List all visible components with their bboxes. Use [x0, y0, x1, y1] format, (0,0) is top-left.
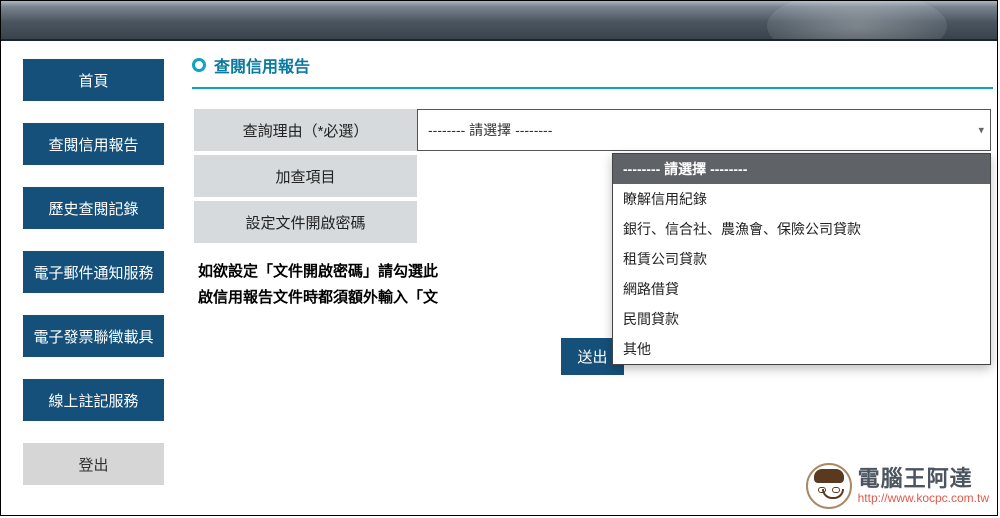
reason-option-bank-loan[interactable]: 銀行、信合社、農漁會、保險公司貸款 — [613, 214, 990, 244]
sidebar-item-view-report[interactable]: 查閱信用報告 — [23, 123, 164, 165]
watermark-name: 電腦王阿達 — [858, 467, 989, 491]
watermark-url: http://www.kocpc.com.tw — [858, 492, 989, 505]
reason-option-placeholder[interactable]: -------- 請選擇 -------- — [613, 154, 990, 184]
sidebar-item-history[interactable]: 歷史查閱記錄 — [23, 187, 164, 229]
mascot-icon — [806, 463, 852, 509]
reason-option-online-lending[interactable]: 網路借貸 — [613, 274, 990, 304]
label-reason: 查詢理由（*必選） — [194, 109, 417, 151]
watermark: 電腦王阿達 http://www.kocpc.com.tw — [806, 463, 989, 509]
reason-option-understand[interactable]: 瞭解信用紀錄 — [613, 184, 990, 214]
reason-option-lease-loan[interactable]: 租賃公司貸款 — [613, 244, 990, 274]
app-frame: 首頁 查閱信用報告 歷史查閱記錄 電子郵件通知服務 電子發票聯徵載具 線上註記服… — [0, 0, 998, 516]
body-row: 首頁 查閱信用報告 歷史查閱記錄 電子郵件通知服務 電子發票聯徵載具 線上註記服… — [1, 41, 997, 515]
bullet-icon — [192, 58, 206, 72]
section-title-text: 查閱信用報告 — [214, 53, 310, 77]
section-header: 查閱信用報告 — [192, 47, 993, 89]
sidebar-item-home[interactable]: 首頁 — [23, 59, 164, 101]
chevron-down-icon: ▾ — [978, 124, 984, 137]
sidebar-item-logout[interactable]: 登出 — [23, 443, 164, 485]
top-banner — [1, 1, 997, 41]
reason-option-private-loan[interactable]: 民間貸款 — [613, 304, 990, 334]
sidebar-item-online-note[interactable]: 線上註記服務 — [23, 379, 164, 421]
watermark-text: 電腦王阿達 http://www.kocpc.com.tw — [858, 467, 989, 504]
label-addon: 加查項目 — [194, 155, 417, 197]
sidebar-item-einvoice[interactable]: 電子發票聯徵載具 — [23, 315, 164, 357]
label-password: 設定文件開啟密碼 — [194, 201, 417, 243]
main-panel: 查閱信用報告 查詢理由（*必選） -------- 請選擇 -------- ▾… — [186, 41, 997, 515]
sidebar: 首頁 查閱信用報告 歷史查閱記錄 電子郵件通知服務 電子發票聯徵載具 線上註記服… — [1, 41, 186, 515]
reason-option-other[interactable]: 其他 — [613, 334, 990, 364]
select-reason[interactable]: -------- 請選擇 -------- ▾ — [417, 109, 991, 151]
row-reason: 查詢理由（*必選） -------- 請選擇 -------- ▾ — [194, 109, 991, 151]
select-reason-value: -------- 請選擇 -------- — [428, 122, 552, 138]
sidebar-item-email-notify[interactable]: 電子郵件通知服務 — [23, 251, 164, 293]
reason-dropdown[interactable]: -------- 請選擇 -------- 瞭解信用紀錄 銀行、信合社、農漁會、… — [612, 153, 991, 365]
